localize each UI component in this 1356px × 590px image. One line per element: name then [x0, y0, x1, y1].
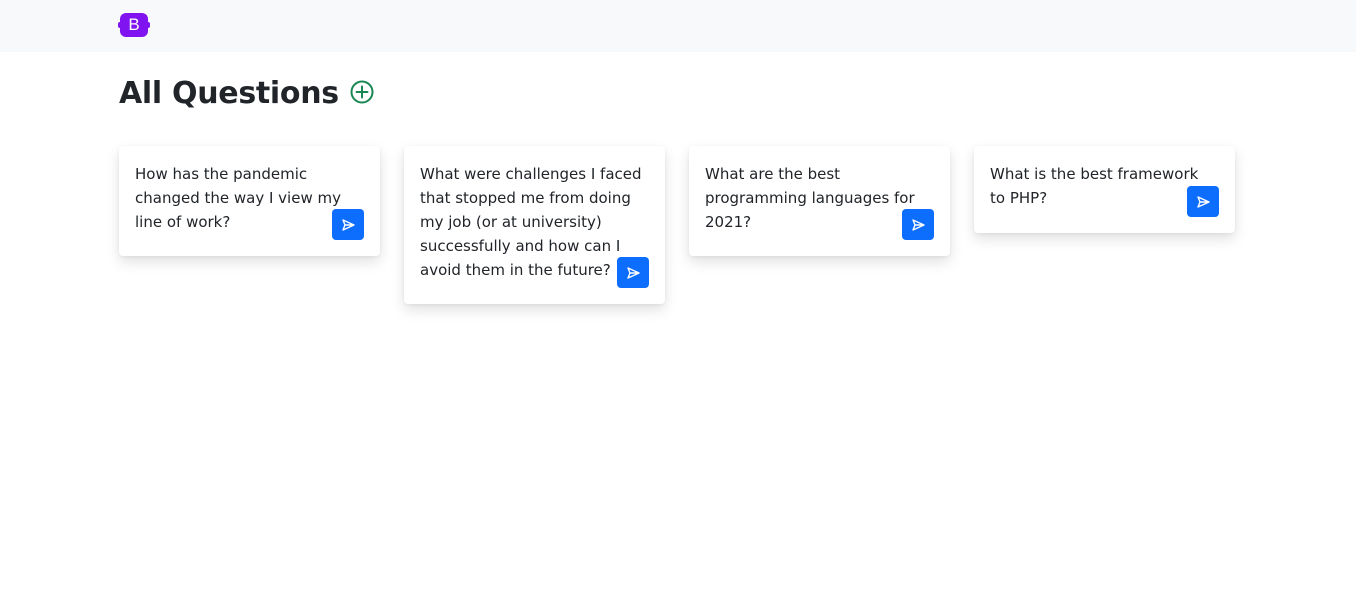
send-button[interactable] — [617, 257, 649, 288]
page-title: All Questions — [119, 76, 339, 111]
question-text: What is the best framework to PHP? — [990, 165, 1199, 207]
send-icon — [911, 218, 925, 231]
navbar: B — [0, 0, 1356, 52]
send-button[interactable] — [1187, 186, 1219, 217]
question-text: What were challenges I faced that stoppe… — [420, 165, 642, 279]
brand-letter: B — [128, 15, 140, 34]
bootstrap-logo-icon[interactable]: B — [118, 13, 150, 37]
question-text: How has the pandemic changed the way I v… — [135, 165, 341, 231]
question-card: What are the best programming languages … — [689, 146, 950, 256]
question-list: How has the pandemic changed the way I v… — [119, 146, 1235, 316]
send-icon — [1196, 195, 1210, 208]
send-button[interactable] — [902, 209, 934, 240]
page-header: All Questions — [119, 74, 375, 114]
question-text: What are the best programming languages … — [705, 165, 915, 231]
question-card: How has the pandemic changed the way I v… — [119, 146, 380, 256]
send-button[interactable] — [332, 209, 364, 240]
plus-circle-icon — [350, 80, 374, 104]
question-card: What is the best framework to PHP? — [974, 146, 1235, 233]
question-card: What were challenges I faced that stoppe… — [404, 146, 665, 304]
send-icon — [626, 266, 640, 279]
add-question-button[interactable] — [349, 79, 375, 105]
send-icon — [341, 218, 355, 231]
